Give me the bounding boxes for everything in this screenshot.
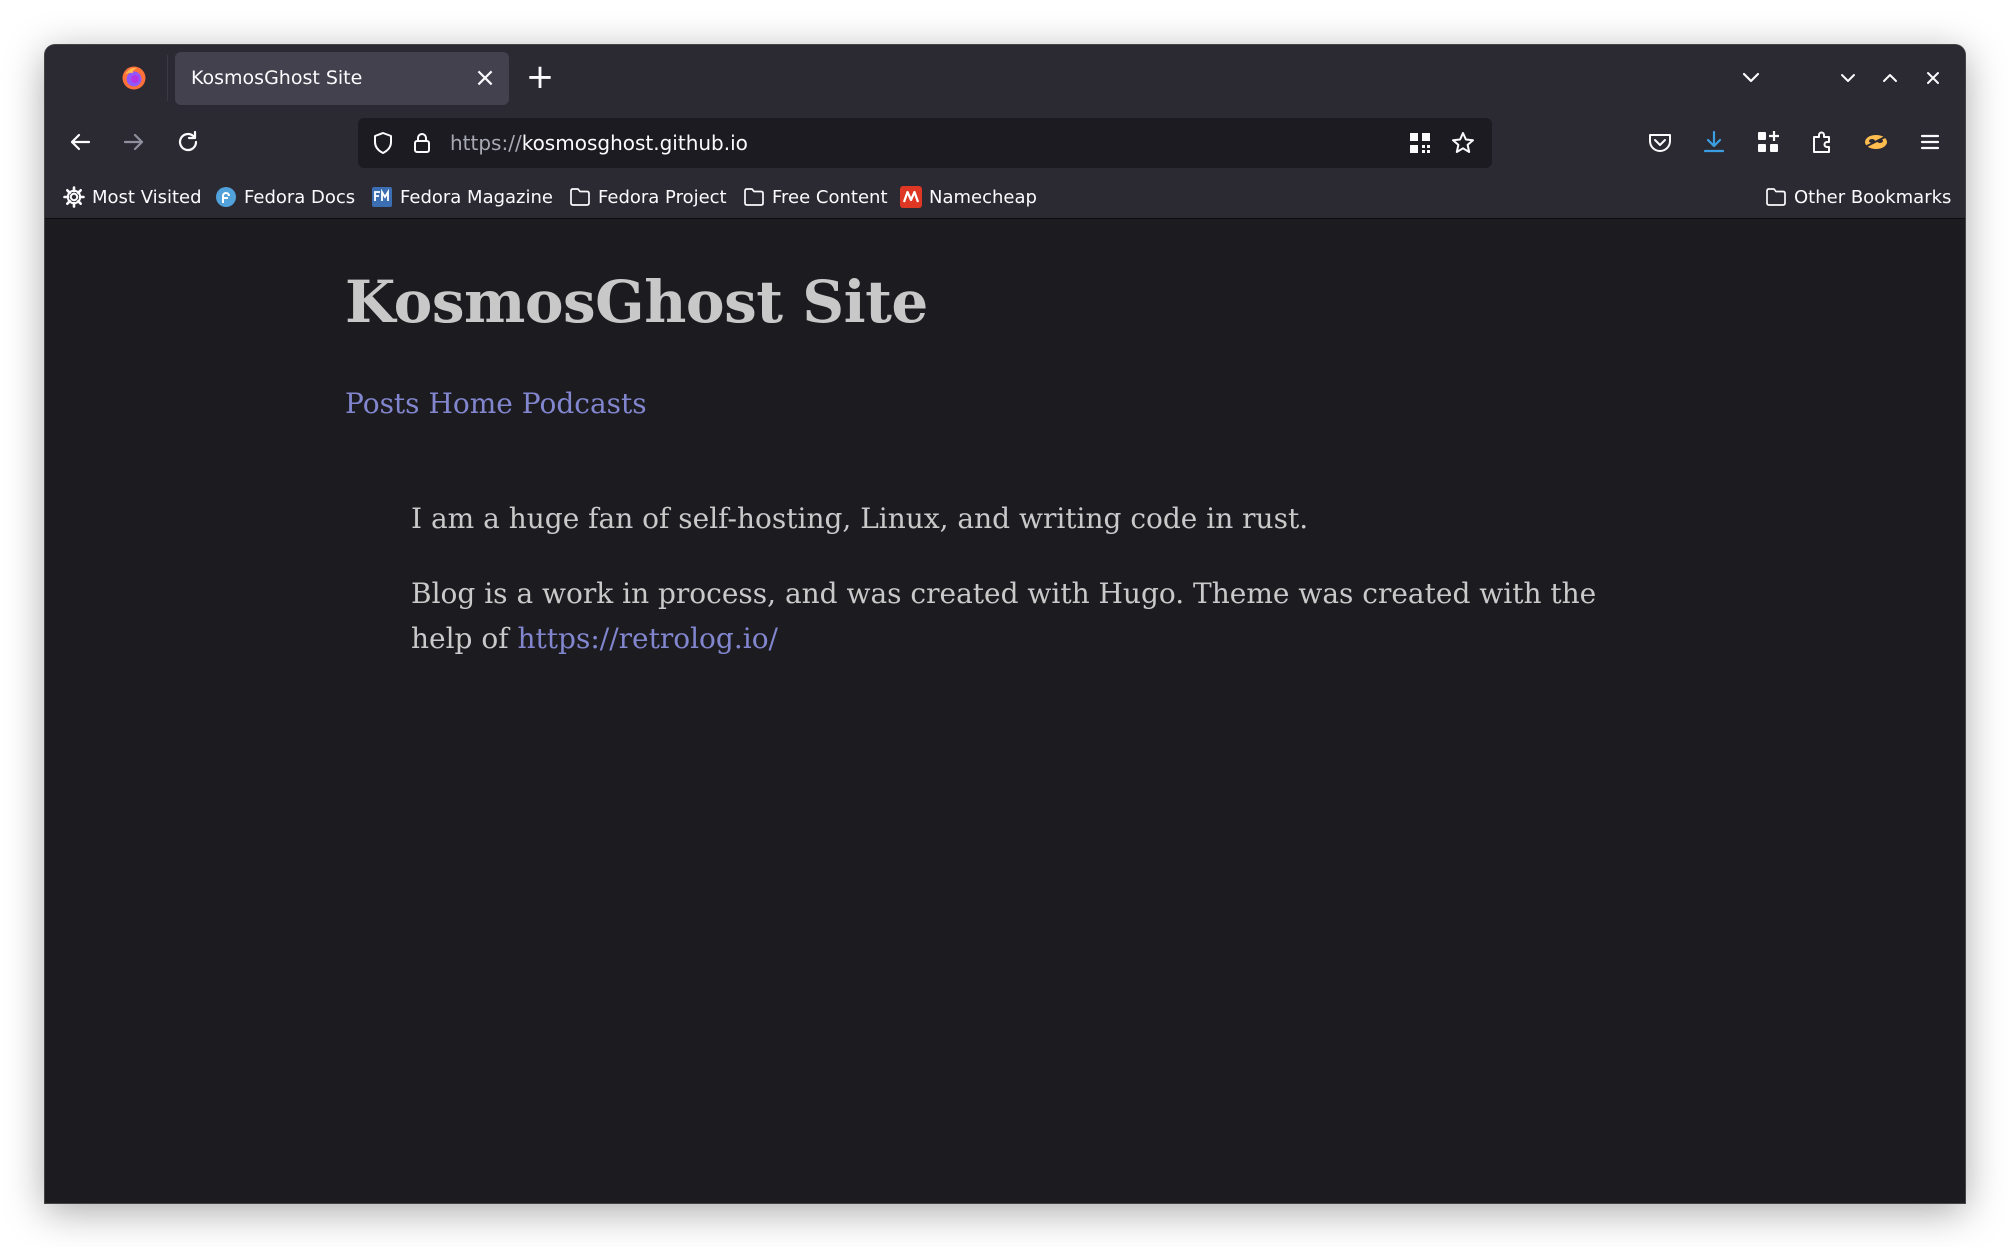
firefox-logo-icon[interactable] <box>121 65 147 91</box>
site-title: KosmosGhost Site <box>345 268 928 336</box>
hamburger-menu-icon[interactable] <box>1915 127 1945 157</box>
minimize-chevron-down-icon[interactable] <box>1835 65 1861 91</box>
arrow-right-icon[interactable] <box>119 127 149 157</box>
lock-icon[interactable] <box>410 130 434 156</box>
arrow-left-icon[interactable] <box>65 127 95 157</box>
fedora-icon <box>216 187 236 207</box>
bookmark-label: Namecheap <box>929 186 1037 208</box>
folder-icon <box>1766 188 1786 206</box>
intro-paragraph: I am a huge fan of self-hosting, Linux, … <box>411 502 1309 535</box>
url-host: kosmosghost.github.io <box>521 131 748 155</box>
qr-code-icon[interactable] <box>1408 131 1432 155</box>
bookmark-other-bookmarks[interactable]: Other Bookmarks <box>1765 175 1951 219</box>
site-nav: Posts Home Podcasts <box>345 387 647 420</box>
bookmark-namecheap[interactable]: Namecheap <box>900 175 1037 219</box>
bookmark-free-content[interactable]: Free Content <box>743 175 888 219</box>
url-bar[interactable]: https://kosmosghost.github.io <box>358 118 1492 168</box>
namecheap-icon <box>900 186 922 208</box>
bookmark-label: Fedora Project <box>598 186 727 208</box>
tab-active[interactable]: KosmosGhost Site × <box>175 52 509 105</box>
nav-link-home[interactable]: Home <box>428 387 512 420</box>
download-icon[interactable] <box>1699 127 1729 157</box>
bookmark-label: Fedora Magazine <box>400 186 553 208</box>
nav-link-posts[interactable]: Posts <box>345 387 420 420</box>
bookmark-fedora-docs[interactable]: Fedora Docs <box>215 175 355 219</box>
tracking-protection-shield-icon[interactable] <box>370 130 396 156</box>
maximize-chevron-up-icon[interactable] <box>1877 65 1903 91</box>
blog-info-paragraph: Blog is a work in process, and was creat… <box>411 571 1651 661</box>
add-ons-grid-icon[interactable] <box>1753 127 1783 157</box>
fedora-magazine-icon <box>372 187 392 207</box>
folder-icon <box>570 188 590 206</box>
gear-icon <box>63 186 85 208</box>
close-window-icon[interactable] <box>1920 65 1946 91</box>
bookmark-fedora-project[interactable]: Fedora Project <box>569 175 727 219</box>
nav-link-podcasts[interactable]: Podcasts <box>522 387 647 420</box>
bookmark-label: Most Visited <box>92 186 202 208</box>
reload-icon[interactable] <box>173 127 203 157</box>
tab-separator <box>167 55 168 101</box>
folder-icon <box>744 188 764 206</box>
bookmark-label: Free Content <box>772 186 888 208</box>
tab-strip: KosmosGhost Site × + <box>45 45 1965 111</box>
retrolog-link[interactable]: https://retrolog.io/ <box>518 622 778 655</box>
bookmark-fedora-magazine[interactable]: Fedora Magazine <box>371 175 553 219</box>
page-content: KosmosGhost Site Posts Home Podcasts I a… <box>45 220 1965 1203</box>
tab-title: KosmosGhost Site <box>191 67 363 89</box>
extensions-puzzle-icon[interactable] <box>1807 127 1837 157</box>
url-text[interactable]: https://kosmosghost.github.io <box>450 118 748 168</box>
account-mask-icon[interactable] <box>1861 127 1891 157</box>
bookmarks-toolbar: Most Visited Fedora Docs Fedora Magazine… <box>45 175 1965 219</box>
bookmark-label: Other Bookmarks <box>1794 186 1952 208</box>
list-all-tabs-chevron-down-icon[interactable] <box>1737 65 1765 91</box>
new-tab-button[interactable]: + <box>525 60 555 94</box>
navigation-toolbar: https://kosmosghost.github.io <box>45 111 1965 175</box>
browser-window: KosmosGhost Site × + https://kosmosghost… <box>45 45 1965 1203</box>
bookmark-label: Fedora Docs <box>244 186 356 208</box>
url-scheme: https:// <box>450 131 522 155</box>
pocket-icon[interactable] <box>1645 127 1675 157</box>
tab-close-icon[interactable]: × <box>473 65 497 91</box>
bookmark-most-visited[interactable]: Most Visited <box>63 175 202 219</box>
star-bookmark-icon[interactable] <box>1450 130 1476 156</box>
